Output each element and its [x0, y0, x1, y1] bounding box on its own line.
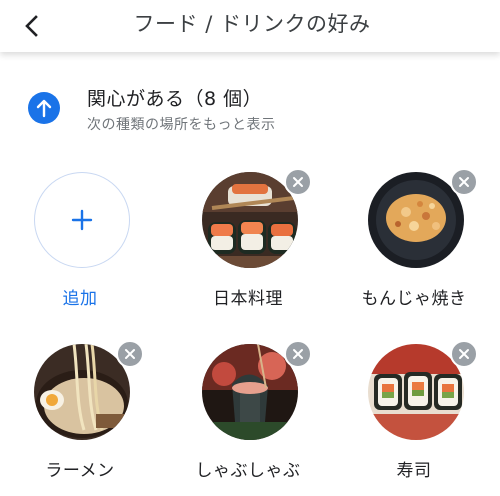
- item-label: しゃぶしゃぶ: [195, 461, 301, 481]
- preference-item-ramen[interactable]: ラーメン: [0, 340, 160, 494]
- ramen-photo: [34, 344, 130, 440]
- page-title: フード / ドリンクの好み: [133, 12, 371, 36]
- remove-button[interactable]: [284, 340, 312, 368]
- monjayaki-photo: [368, 172, 464, 268]
- add-item[interactable]: 追加: [0, 172, 160, 322]
- sushi-photo: [202, 172, 298, 268]
- photo-wrap: [202, 340, 312, 440]
- section-title: 関心がある（8 個）: [87, 88, 263, 110]
- close-icon: [459, 177, 469, 187]
- add-button[interactable]: [34, 172, 130, 268]
- section-header: 関心がある（8 個） 次の種類の場所をもっと表示: [0, 80, 500, 140]
- item-label: 寿司: [396, 461, 432, 481]
- add-label[interactable]: 追加: [0, 284, 160, 309]
- arrow-up-circle-icon: [28, 92, 60, 124]
- item-label: ラーメン: [45, 461, 115, 481]
- photo-wrap: [202, 168, 312, 268]
- close-icon: [293, 177, 303, 187]
- content-area: 関心がある（8 個） 次の種類の場所をもっと表示 追加 日本料理 もんじゃ焼き …: [0, 52, 500, 496]
- close-icon: [293, 349, 303, 359]
- photo-wrap: [34, 340, 144, 440]
- remove-button[interactable]: [284, 168, 312, 196]
- plus-icon: [71, 209, 93, 231]
- app-header: フード / ドリンクの好み: [0, 0, 500, 52]
- shabushabu-photo: [202, 344, 298, 440]
- photo-wrap: [368, 340, 478, 440]
- photo-wrap: [368, 168, 478, 268]
- preference-item-japanese[interactable]: 日本料理: [168, 168, 328, 322]
- add-circle-wrap[interactable]: [34, 172, 130, 268]
- remove-button[interactable]: [450, 340, 478, 368]
- section-subtitle: 次の種類の場所をもっと表示: [87, 117, 276, 133]
- remove-button[interactable]: [450, 168, 478, 196]
- sushi-roll-photo: [368, 344, 464, 440]
- item-label: もんじゃ焼き: [361, 289, 467, 309]
- preference-item-monjayaki[interactable]: もんじゃ焼き: [334, 168, 494, 322]
- preference-item-shabushabu[interactable]: しゃぶしゃぶ: [168, 340, 328, 494]
- item-label: 日本料理: [213, 289, 283, 309]
- close-icon: [125, 349, 135, 359]
- close-icon: [459, 349, 469, 359]
- remove-button[interactable]: [116, 340, 144, 368]
- preference-item-sushi[interactable]: 寿司: [334, 340, 494, 494]
